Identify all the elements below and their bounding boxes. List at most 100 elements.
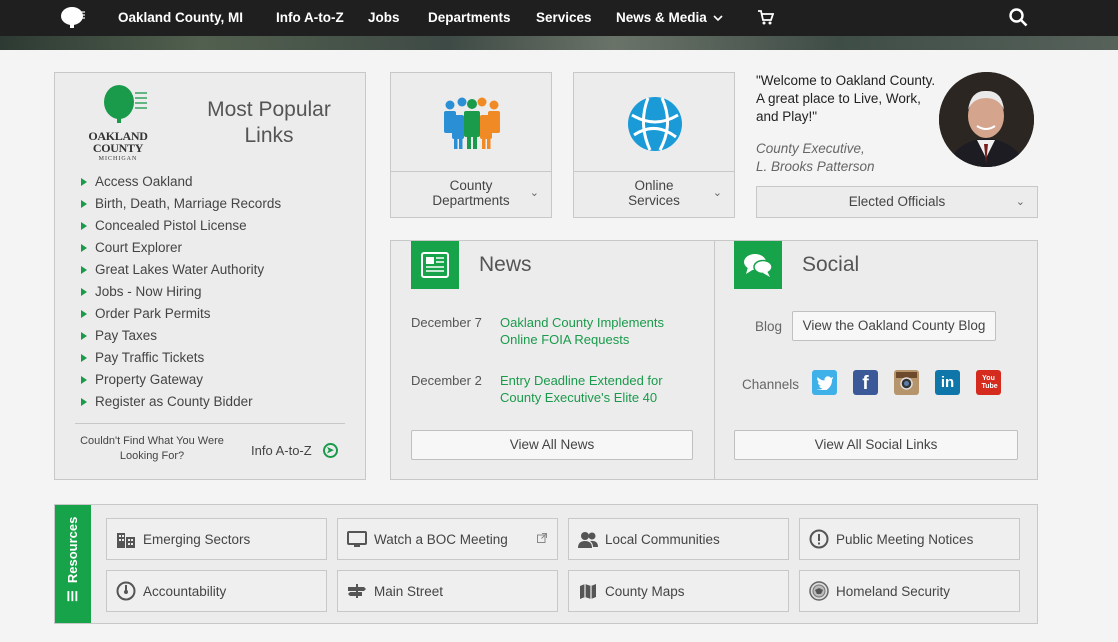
news-date: December 2 [411,373,482,388]
popular-links-list: Access Oakland Birth, Death, Marriage Re… [81,171,281,413]
buildings-icon [115,528,137,550]
popular-link-records[interactable]: Birth, Death, Marriage Records [81,193,281,215]
resource-label: Accountability [143,583,227,599]
info-a-to-z-label: Info A-to-Z [251,443,312,458]
oakland-tree-logo-icon[interactable] [58,6,86,30]
link-label: Register as County Bidder [95,394,253,409]
resources-tab[interactable]: ☰ Resources [55,505,91,623]
popular-link-park-permits[interactable]: Order Park Permits [81,303,281,325]
link-label: Birth, Death, Marriage Records [95,196,282,211]
resource-label: Emerging Sectors [143,531,251,547]
linkedin-icon[interactable]: in [935,370,960,395]
oak-tree-icon [104,85,147,123]
resource-label: County Maps [605,583,685,599]
search-icon[interactable] [1009,8,1028,27]
most-popular-title: Most Popular Links [207,98,331,147]
resource-emerging-sectors[interactable]: Emerging Sectors [106,518,327,560]
top-nav: Oakland County, MI Info A-to-Z Jobs Depa… [0,0,1118,36]
resource-label: Public Meeting Notices [836,531,974,547]
nav-departments[interactable]: Departments [428,0,511,36]
news-headline-link[interactable]: Oakland County Implements Online FOIA Re… [500,314,690,348]
view-blog-button[interactable]: View the Oakland County Blog [792,311,996,341]
instagram-icon[interactable] [894,370,919,395]
executive-attribution: County Executive, L. Brooks Patterson [756,140,875,176]
hero-image-strip [0,36,1118,50]
executive-portrait [939,72,1034,167]
view-all-social-button[interactable]: View All Social Links [734,430,1018,460]
executive-name: L. Brooks Patterson [756,159,875,174]
bullet-arrow-icon [81,178,87,186]
link-label: Order Park Permits [95,306,211,321]
resource-label: Main Street [374,583,444,599]
news-headline-link[interactable]: Entry Deadline Extended for County Execu… [500,372,690,406]
county-departments-tile[interactable]: County Departments ⌄ [390,72,552,218]
popular-link-jobs[interactable]: Jobs - Now Hiring [81,281,281,303]
resource-label: Homeland Security [836,583,951,599]
speech-bubbles-icon [734,241,782,289]
online-services-tile[interactable]: Online Services ⌄ [573,72,735,218]
portrait-image [939,72,1034,167]
twitter-icon[interactable] [812,370,837,395]
couldnt-find-text: Couldn't Find What You Were Looking For? [80,435,224,462]
logo-state: MICHIGAN [98,156,138,162]
link-label: Jobs - Now Hiring [95,284,202,299]
resource-homeland-security[interactable]: Homeland Security [799,570,1020,612]
resources-label-text: Resources [65,516,80,584]
circle-arrow-right-icon: ➤ [322,443,338,458]
link-label: Access Oakland [95,174,193,189]
homeland-security-seal-icon [808,580,830,602]
bullet-arrow-icon [81,222,87,230]
popular-link-access-oakland[interactable]: Access Oakland [81,171,281,193]
logo-wordmark: OAKLAND COUNTY [88,129,148,155]
link-label: Pay Taxes [95,328,158,343]
nav-jobs[interactable]: Jobs [368,0,400,36]
cart-icon[interactable] [758,10,774,25]
nav-news-media[interactable]: News & Media [616,0,723,36]
youtube-icon[interactable]: You Tube [976,370,1001,395]
popular-link-pay-taxes[interactable]: Pay Taxes [81,325,281,347]
resource-accountability[interactable]: Accountability [106,570,327,612]
popular-link-property-gateway[interactable]: Property Gateway [81,369,281,391]
oakland-county-logo: OAKLAND COUNTY MICHIGAN [83,83,169,162]
online-services-dropdown[interactable]: Online Services ⌄ [574,171,734,217]
external-link-icon [537,533,547,546]
view-all-news-button[interactable]: View All News [411,430,693,460]
divider [714,241,715,479]
chevron-down-icon: ⌄ [529,187,539,199]
resources-label: ☰ Resources [64,516,82,602]
resource-main-street[interactable]: Main Street [337,570,558,612]
resource-label: Watch a BOC Meeting [374,531,508,547]
popular-link-county-bidder[interactable]: Register as County Bidder [81,391,281,413]
news-date: December 7 [411,315,482,330]
popular-link-pistol-license[interactable]: Concealed Pistol License [81,215,281,237]
elected-officials-dropdown[interactable]: Elected Officials ⌄ [756,186,1038,218]
popular-link-traffic-tickets[interactable]: Pay Traffic Tickets [81,347,281,369]
divider [75,423,345,424]
county-departments-dropdown[interactable]: County Departments ⌄ [391,171,551,217]
resource-county-maps[interactable]: County Maps [568,570,789,612]
link-label: Property Gateway [95,372,204,387]
info-a-to-z-link[interactable]: Info A-to-Z ➤ [251,443,338,458]
youtube-icon-text: You Tube [981,374,998,390]
resource-watch-boc-meeting[interactable]: Watch a BOC Meeting [337,518,558,560]
site-title-link[interactable]: Oakland County, MI [118,0,243,36]
link-label: Great Lakes Water Authority [95,262,265,277]
bullet-arrow-icon [81,244,87,252]
users-icon [577,528,599,550]
bullet-arrow-icon [81,266,87,274]
bullet-arrow-icon [81,376,87,384]
news-social-panel: News December 7 Oakland County Implement… [390,240,1038,480]
bullet-arrow-icon [81,332,87,340]
resource-public-meeting-notices[interactable]: Public Meeting Notices [799,518,1020,560]
facebook-icon[interactable]: f [853,370,878,395]
popular-link-water-authority[interactable]: Great Lakes Water Authority [81,259,281,281]
resource-local-communities[interactable]: Local Communities [568,518,789,560]
nav-info-a-to-z[interactable]: Info A-to-Z [276,0,344,36]
chevron-down-icon: ⌄ [712,187,722,199]
gauge-icon [115,580,137,602]
menu-icon: ☰ [65,583,80,602]
popular-link-court-explorer[interactable]: Court Explorer [81,237,281,259]
bullet-arrow-icon [81,200,87,208]
resources-panel: ☰ Resources Emerging Sectors Watch a BOC… [54,504,1038,624]
nav-services[interactable]: Services [536,0,592,36]
